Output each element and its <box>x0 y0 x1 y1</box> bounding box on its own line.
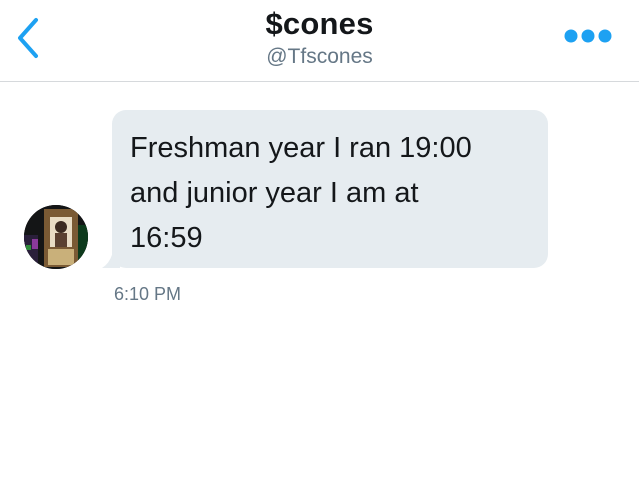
message-timestamp: 6:10 PM <box>114 284 182 304</box>
conversation-title: $cones <box>265 6 374 41</box>
profile-photo-icon <box>24 205 88 269</box>
message-bubble[interactable]: Freshman year I ran 19:00 and junior yea… <box>112 110 548 268</box>
message-text: Freshman year I ran 19:00 and junior yea… <box>130 132 472 254</box>
conversation-handle: @Tfscones <box>266 45 373 68</box>
more-dots-icon <box>564 29 612 43</box>
avatar[interactable] <box>24 205 88 269</box>
conversation-header: $cones @Tfscones <box>0 0 639 82</box>
more-options-button[interactable] <box>563 26 613 46</box>
dm-conversation-screen: $cones @Tfscones Freshman year I ran 19:… <box>0 0 639 499</box>
